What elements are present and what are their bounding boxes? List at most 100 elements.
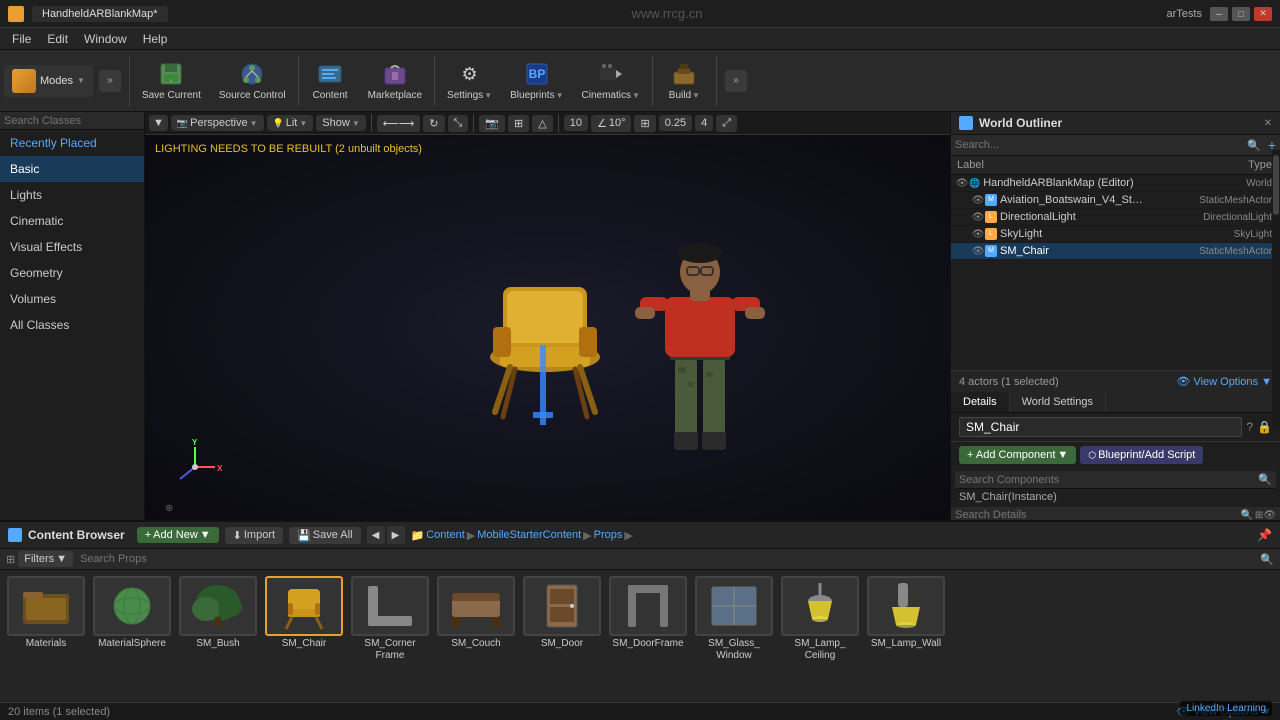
world-outliner-search-input[interactable] <box>955 139 1244 151</box>
content-browser-header: Content Browser + Add New ▼ ⬇ Import 💾 S… <box>0 522 1280 549</box>
nav-forward-button[interactable]: ▶ <box>387 526 405 544</box>
source-control-button[interactable]: Source Control <box>211 56 294 105</box>
asset-smlampwall[interactable]: SM_Lamp_Wall <box>866 576 946 650</box>
search-classes-input[interactable] <box>4 115 146 127</box>
show-button[interactable]: Show ▼ <box>316 115 365 131</box>
build-button[interactable]: Build ▼ <box>657 56 712 105</box>
actor-row-skylight[interactable]: 👁 L SkyLight SkyLight <box>951 226 1280 243</box>
actor-row-dirlight[interactable]: 👁 L DirectionalLight DirectionalLight <box>951 209 1280 226</box>
filters-button[interactable]: Filters ▼ <box>18 551 73 567</box>
cb-search-input[interactable] <box>80 553 1257 565</box>
vp-sep-1 <box>371 114 372 132</box>
sidebar-item-volumes[interactable]: Volumes <box>0 286 144 312</box>
sidebar-item-geometry[interactable]: Geometry <box>0 260 144 286</box>
details-lock-icon[interactable]: 🔒 <box>1257 420 1272 434</box>
blueprints-label: Blueprints <box>510 90 554 101</box>
modes-arrow: ▼ <box>77 76 85 85</box>
blueprints-icon: BP <box>523 60 551 88</box>
asset-materials-folder[interactable]: Materials <box>6 576 86 650</box>
actor-row-boatswain[interactable]: 👁 M Aviation_Boatswain_V4_Static_f Stati… <box>951 192 1280 209</box>
save-all-button[interactable]: 💾 Save All <box>289 527 360 544</box>
import-button[interactable]: ⬇ Import <box>225 527 283 544</box>
asset-smdoorframe[interactable]: SM_DoorFrame <box>608 576 688 650</box>
add-new-button[interactable]: + Add New ▼ <box>137 527 219 543</box>
marketplace-button[interactable]: Marketplace <box>360 56 430 105</box>
tab-world-settings[interactable]: World Settings <box>1010 392 1106 412</box>
component-item[interactable]: SM_Chair(Instance) <box>951 489 1280 505</box>
asset-smbush[interactable]: SM_Bush <box>178 576 258 650</box>
breadcrumb-props[interactable]: Props <box>594 529 623 541</box>
blueprints-button[interactable]: BP Blueprints ▼ <box>502 56 571 105</box>
viewport-menu-button[interactable]: ▼ <box>149 115 168 131</box>
asset-smdoor[interactable]: SM_Door <box>522 576 602 650</box>
menu-file[interactable]: File <box>4 30 39 48</box>
add-component-button[interactable]: + Add Component ▼ <box>959 446 1076 464</box>
asset-smglasswindow[interactable]: SM_Glass_ Window <box>694 576 774 662</box>
sidebar-item-visual-effects[interactable]: Visual Effects <box>0 234 144 260</box>
terrain-icon-button[interactable]: △ <box>532 115 552 132</box>
viewport-3d[interactable]: LIGHTING NEEDS TO BE REBUILT (2 unbuilt … <box>145 135 950 520</box>
close-button[interactable]: ✕ <box>1254 7 1272 21</box>
content-button[interactable]: Content <box>303 56 358 105</box>
tab-details[interactable]: Details <box>951 392 1010 412</box>
grid-value-button[interactable]: 4 <box>695 115 713 131</box>
actor-label-1: Aviation_Boatswain_V4_Static_f <box>1000 194 1146 206</box>
perspective-button[interactable]: 📷 Perspective ▼ <box>171 115 264 131</box>
sidebar-item-recently-placed[interactable]: Recently Placed <box>0 130 144 156</box>
translate-button[interactable]: ⟵⟶ <box>377 115 421 132</box>
nav-back-button[interactable]: ◀ <box>367 526 385 544</box>
search-details-input[interactable] <box>955 509 1240 520</box>
actor-row-smchair[interactable]: 👁 M SM_Chair StaticMeshActor <box>951 243 1280 260</box>
lit-button[interactable]: 💡 Lit ▼ <box>267 115 314 131</box>
menu-window[interactable]: Window <box>76 30 135 48</box>
scene-background: LIGHTING NEEDS TO BE REBUILT (2 unbuilt … <box>145 135 950 520</box>
details-view-toggle[interactable]: ⊞ <box>1255 510 1263 521</box>
actor-type-1: StaticMeshActor <box>1146 195 1276 206</box>
menu-edit[interactable]: Edit <box>39 30 76 48</box>
sidebar-item-all-classes[interactable]: All Classes <box>0 312 144 338</box>
asset-smlampceil[interactable]: SM_Lamp_ Ceiling <box>780 576 860 662</box>
view-options-button[interactable]: 👁 View Options ▼ <box>1176 375 1272 388</box>
blueprint-script-button[interactable]: ⬡ Blueprint/Add Script <box>1080 446 1203 464</box>
maximize-viewport-button[interactable]: ⤢ <box>716 115 737 132</box>
rotate-button[interactable]: ↻ <box>423 115 444 132</box>
angle-button[interactable]: ∠ 10° <box>591 115 632 132</box>
asset-smcornerframe[interactable]: SM_Corner Frame <box>350 576 430 662</box>
asset-materialsphere[interactable]: MaterialSphere <box>92 576 172 650</box>
fov-button[interactable]: 10 <box>564 115 588 131</box>
actor-row-world[interactable]: 👁 🌐 HandheldARBlankMap (Editor) World <box>951 175 1280 192</box>
scale-value-button[interactable]: 0.25 <box>659 115 692 131</box>
details-help-icon[interactable]: ? <box>1246 420 1253 434</box>
search-details-icon: 🔍 <box>1240 510 1252 521</box>
asset-smchair[interactable]: SM_Chair <box>264 576 344 650</box>
content-browser-pin[interactable]: 📌 <box>1257 528 1272 542</box>
minimize-button[interactable]: ─ <box>1210 7 1228 21</box>
toolbar-expand-right[interactable]: » <box>725 70 747 92</box>
modes-button[interactable]: Modes ▼ <box>4 65 93 97</box>
world-outliner-close[interactable]: ✕ <box>1264 118 1272 129</box>
toolbar-expand-left[interactable]: » <box>99 70 121 92</box>
breadcrumb-mobile-starter[interactable]: MobileStarterContent <box>477 529 581 541</box>
asset-smcouch[interactable]: SM_Couch <box>436 576 516 650</box>
camera-icon-button[interactable]: 📷 <box>479 115 505 132</box>
asset-thumb-smdoorframe <box>609 576 687 636</box>
maximize-button[interactable]: □ <box>1232 7 1250 21</box>
details-eye-icon[interactable]: 👁 <box>1263 510 1276 521</box>
menu-help[interactable]: Help <box>135 30 176 48</box>
build-label: Build <box>669 90 691 101</box>
app-tab[interactable]: HandheldARBlankMap* <box>32 6 168 22</box>
grid-icon-button[interactable]: ⊞ <box>508 115 529 132</box>
sidebar-item-lights[interactable]: Lights <box>0 182 144 208</box>
settings-button[interactable]: ⚙ Settings ▼ <box>439 56 500 105</box>
sidebar-item-cinematic[interactable]: Cinematic <box>0 208 144 234</box>
cinematics-button[interactable]: Cinematics ▼ <box>574 56 648 105</box>
linkedin-learning-badge[interactable]: LinkedIn Learning <box>1180 701 1272 716</box>
search-components-input[interactable] <box>959 474 1258 486</box>
search-details-row: 🔍 ⊞ 👁 <box>951 507 1280 520</box>
grid-snap-button[interactable]: ⊞ <box>634 115 655 132</box>
scale-button[interactable]: ⤡ <box>448 115 469 132</box>
object-name-input[interactable] <box>959 417 1242 437</box>
save-current-button[interactable]: ↓ Save Current <box>134 56 209 105</box>
breadcrumb-content[interactable]: Content <box>426 529 465 541</box>
sidebar-item-basic[interactable]: Basic <box>0 156 144 182</box>
